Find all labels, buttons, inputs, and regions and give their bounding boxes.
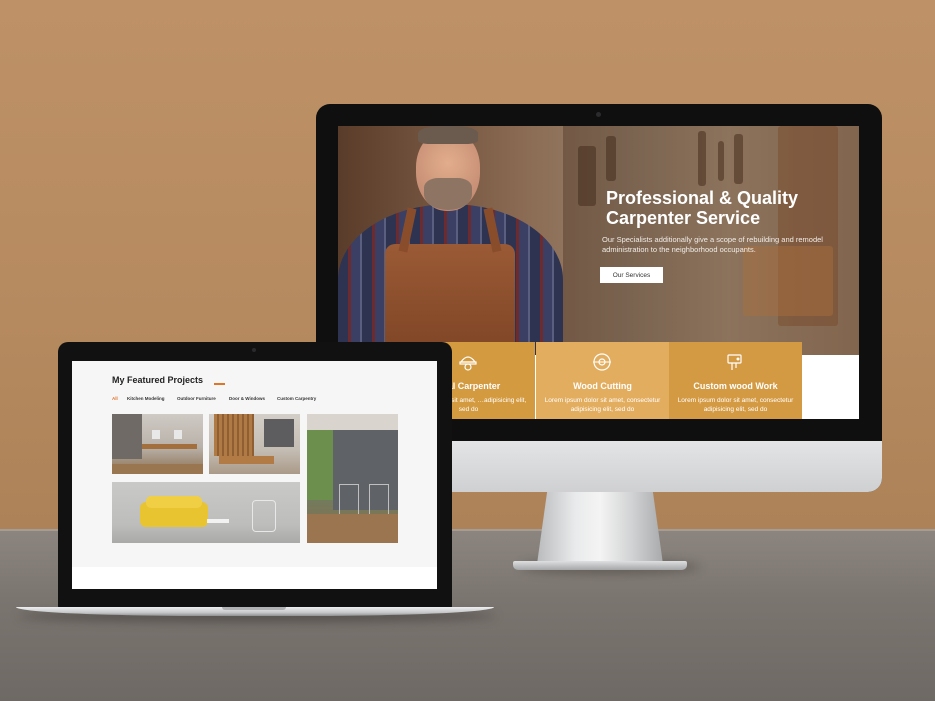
tool-shape — [698, 131, 706, 186]
tool-shape — [578, 146, 596, 206]
worker-helmet-icon — [459, 356, 477, 371]
page-background — [802, 355, 859, 419]
service-text: Lorem ipsum dolor sit amet, consectetur … — [544, 397, 661, 413]
carpenter-hair — [418, 126, 478, 144]
deck-shape — [307, 514, 398, 543]
laptop-camera — [252, 348, 256, 352]
side-table-shape — [207, 519, 229, 523]
imac-stand — [537, 492, 663, 564]
circular-saw-icon — [593, 353, 611, 371]
wood-panel-shape — [214, 414, 254, 456]
laptop-screen: My Featured Projects All Kitchen Modelin… — [72, 361, 437, 589]
title-accent-line — [214, 383, 225, 385]
carpenter-beard — [424, 178, 472, 210]
filter-custom-carpentry[interactable]: Custom Carpentry — [277, 396, 316, 401]
hero-title-line1: Professional & Quality — [606, 188, 799, 208]
ceiling-shape — [307, 414, 398, 430]
filter-door-windows[interactable]: Door & Windows — [229, 396, 265, 401]
wood-plank — [743, 246, 833, 316]
tv-wall-shape — [264, 419, 294, 447]
hero-title: Professional & Quality Carpenter Service — [606, 188, 846, 228]
tool-shape — [606, 136, 616, 181]
table-shape — [219, 456, 274, 464]
service-title: Custom wood Work — [693, 381, 778, 391]
service-text: Lorem ipsum dolor sit amet, consectetur … — [677, 397, 794, 413]
monitor-shape — [152, 430, 160, 439]
laptop-lid: My Featured Projects All Kitchen Modelin… — [58, 342, 452, 608]
jigsaw-icon — [727, 354, 742, 370]
tool-shape — [718, 141, 724, 181]
projects-title: My Featured Projects — [112, 375, 204, 385]
filter-outdoor-furniture[interactable]: Outdoor Furniture — [177, 396, 216, 401]
hero-subtitle: Our Specialists additionally give a scop… — [602, 235, 823, 254]
desk-shape — [142, 444, 197, 449]
monitor-shape — [174, 430, 182, 439]
service-card-wood-cutting[interactable]: Wood Cutting Lorem ipsum dolor sit amet,… — [536, 342, 669, 419]
filter-kitchen-modeling[interactable]: Kitchen Modeling — [127, 396, 165, 401]
window-shape — [112, 414, 142, 459]
laptop-notch — [222, 607, 286, 610]
project-tile-lounge[interactable] — [209, 414, 300, 474]
carpenter-apron — [385, 244, 515, 355]
imac-base — [513, 561, 687, 570]
chair-shape — [369, 484, 389, 516]
project-tile-office[interactable] — [112, 414, 203, 474]
service-card-custom-wood[interactable]: Custom wood Work Lorem ipsum dolor sit a… — [669, 342, 802, 419]
chair-shape — [339, 484, 359, 516]
chair-shape — [252, 500, 276, 532]
filter-all[interactable]: All — [112, 396, 118, 401]
hero-section: Professional & Quality Carpenter Service… — [338, 126, 859, 355]
page-footer — [72, 567, 437, 589]
service-title: Wood Cutting — [573, 381, 632, 391]
project-tile-patio[interactable] — [307, 414, 398, 543]
our-services-button[interactable]: Our Services — [600, 267, 663, 283]
sofa-back-shape — [146, 496, 202, 508]
tool-shape — [734, 134, 743, 184]
project-tile-sofa[interactable] — [112, 482, 300, 543]
featured-projects-section: My Featured Projects All Kitchen Modelin… — [72, 361, 437, 567]
garden-shape — [307, 430, 333, 500]
floor-shape — [112, 464, 203, 474]
imac-camera — [596, 112, 601, 117]
hero-title-line2: Carpenter Service — [606, 208, 761, 228]
